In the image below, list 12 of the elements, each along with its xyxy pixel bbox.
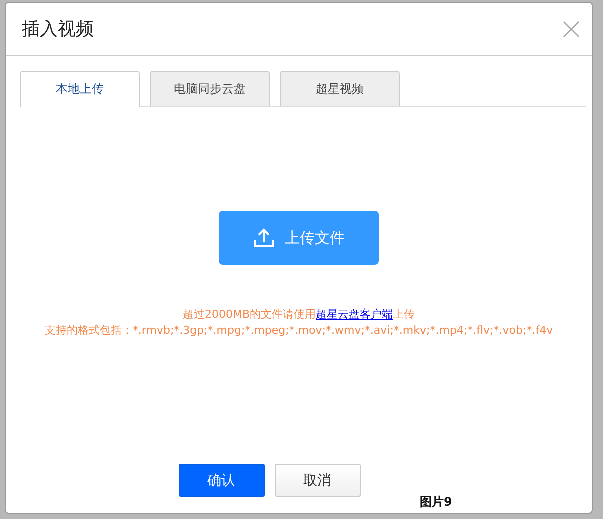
cancel-button[interactable]: 取消: [274, 464, 360, 497]
client-link[interactable]: 超星云盘客户端: [316, 308, 393, 321]
dialog-title: 插入视频: [22, 18, 94, 41]
help-text: 支持的格式包括：*.rmvb;*.3gp;*.mpg;*.mpeg;*.mov;*.wmv;*.avi;*.mkv;*.mp4;*.flv;*.vob;*.f4v: [44, 323, 554, 339]
upload-icon: [253, 228, 275, 248]
tab[interactable]: 本地上传: [20, 71, 140, 107]
confirm-button[interactable]: 确认: [178, 464, 264, 497]
help-text: 超过2000MB的文件请使用超星云盘客户端上传: [182, 307, 415, 323]
tab[interactable]: 电脑同步云盘: [150, 71, 270, 106]
image-caption: 图片9: [420, 495, 452, 509]
tab[interactable]: 超星视频: [280, 71, 400, 106]
close-icon[interactable]: [563, 20, 580, 38]
